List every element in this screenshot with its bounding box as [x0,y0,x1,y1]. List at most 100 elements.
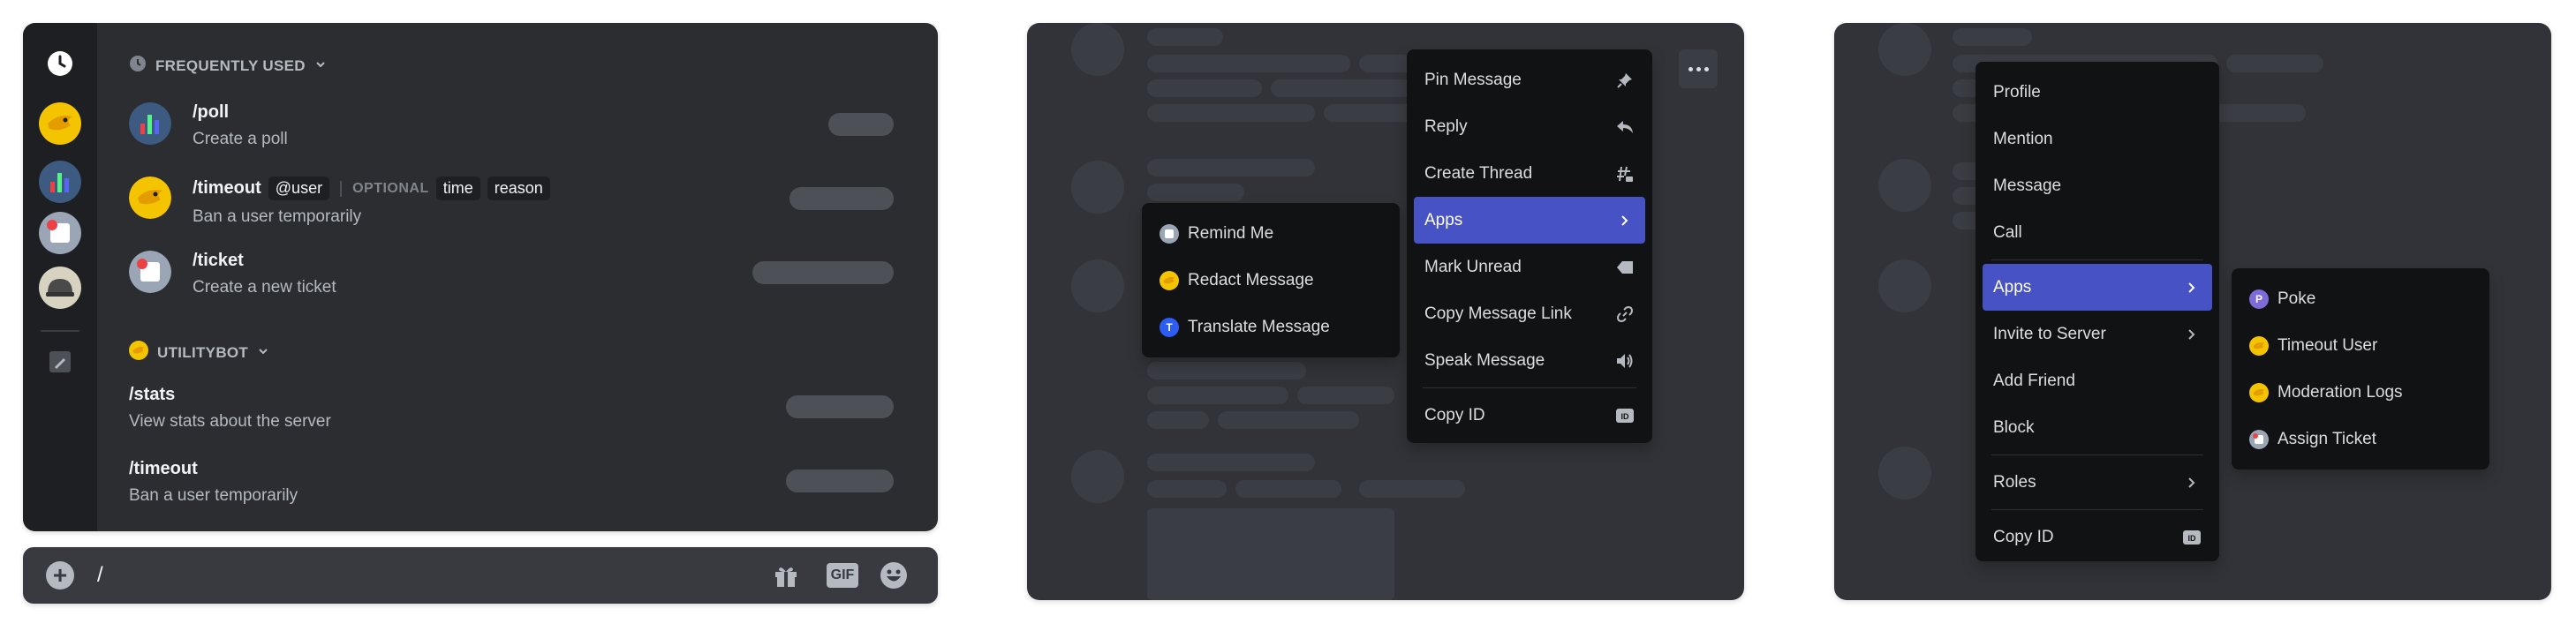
option-chip-reason[interactable]: reason [487,177,550,200]
menu-divider [1991,454,2203,455]
app-rail [23,23,97,531]
user-context-panel: Profile Mention Message Call Apps Invite… [1834,23,2551,600]
command-name: /stats [129,385,176,404]
command-description: Ban a user temporarily [129,486,298,505]
skeleton-line [2226,55,2323,72]
menu-item-label: Copy Message Link [1424,304,1572,323]
menu-item-label: Pin Message [1424,70,1522,89]
menu-item-label: Add Friend [1993,371,2075,390]
skeleton-avatar [1878,447,1931,500]
skeleton-avatar [1878,259,1931,312]
section-title: FREQUENTLY USED [155,56,306,74]
command-picker-panel: FREQUENTLY USED /poll Create a poll /tim… [23,23,938,531]
menu-divider [1991,259,2203,260]
menu-item-speak-message[interactable]: Speak Message [1414,337,1645,384]
more-options-button[interactable] [1679,49,1718,88]
message-context-menu: Pin Message Reply Create Thread Apps Mar… [1407,49,1652,443]
submenu-item-moderation-logs[interactable]: Moderation Logs [2239,369,2482,416]
skeleton-line [1147,79,1262,97]
skeleton-avatar [1071,259,1124,312]
command-row-poll[interactable]: /poll Create a poll [129,99,894,166]
skeleton-avatar [1878,159,1931,212]
menu-item-copy-id[interactable]: Copy ID ID [1414,392,1645,439]
menu-item-label: Copy ID [1993,527,2054,546]
command-row-timeout-utilitybot[interactable]: /timeout Ban a user temporarily [129,455,894,522]
chevron-down-icon [257,344,269,362]
command-name: /poll [193,102,230,122]
poll-bot-icon[interactable] [39,161,81,203]
menu-item-call[interactable]: Call [1983,209,2212,256]
submenu-item-label: Redact Message [1188,270,1314,289]
helmet-bot-icon[interactable] [39,267,81,309]
message-input-bar: + GIF [23,547,938,604]
user-apps-submenu: P Poke Timeout User Moderation Logs Assi… [2232,268,2489,469]
command-description: Ban a user temporarily [193,207,362,226]
ticket-bot-icon[interactable] [39,212,81,254]
section-header-frequently-used[interactable]: FREQUENTLY USED [129,55,327,77]
menu-item-mention[interactable]: Mention [1983,116,2212,162]
menu-divider [1423,387,1636,388]
command-description: Create a new ticket [193,278,336,297]
submenu-item-translate-message[interactable]: T Translate Message [1149,304,1393,350]
skeleton-line [1147,55,1350,72]
command-row-stats[interactable]: /stats View stats about the server [129,381,894,448]
menu-item-profile[interactable]: Profile [1983,69,2212,116]
ticket-bot-icon [2249,429,2269,449]
user-context-menu: Profile Mention Message Call Apps Invite… [1975,62,2219,561]
gift-icon[interactable] [770,560,802,590]
submenu-item-poke[interactable]: P Poke [2239,275,2482,322]
menu-item-add-friend[interactable]: Add Friend [1983,357,2212,404]
bird-bot-icon [2249,382,2269,402]
bird-bot-icon [2249,335,2269,356]
apps-submenu: Remind Me Redact Message T Translate Mes… [1142,203,1400,357]
option-chip-user[interactable]: @user [268,177,330,200]
chevron-right-icon [2182,473,2202,492]
submenu-item-label: Translate Message [1188,317,1330,336]
submenu-item-timeout-user[interactable]: Timeout User [2239,322,2482,369]
menu-item-apps[interactable]: Apps [1414,197,1645,244]
command-row-ticket[interactable]: /ticket Create a new ticket [129,247,894,314]
bird-bot-icon[interactable] [39,102,81,145]
emoji-icon[interactable] [878,560,910,590]
section-header-utilitybot[interactable]: UTILITYBOT [129,341,269,364]
skeleton-line [1147,362,1306,379]
chevron-right-icon [2182,325,2202,344]
submenu-item-label: Assign Ticket [2278,429,2376,448]
menu-item-block[interactable]: Block [1983,404,2212,451]
edit-icon[interactable] [39,341,81,383]
command-name: /timeout [129,459,198,478]
menu-item-copy-id[interactable]: Copy ID ID [1983,514,2212,560]
option-chip-time[interactable]: time [435,177,480,200]
message-input[interactable] [97,560,627,591]
skeleton-line [1147,411,1209,429]
recent-clock-icon[interactable] [39,42,81,85]
menu-item-mark-unread[interactable]: Mark Unread [1414,244,1645,290]
submenu-item-label: Poke [2278,289,2316,308]
add-attachment-plus-icon[interactable]: + [46,561,74,590]
menu-item-create-thread[interactable]: Create Thread [1414,150,1645,197]
poke-bot-icon: P [2249,289,2269,309]
submenu-item-redact-message[interactable]: Redact Message [1149,257,1393,304]
command-row-timeout[interactable]: /timeout @user OPTIONAL time reason Ban … [129,173,894,240]
menu-item-copy-message-link[interactable]: Copy Message Link [1414,290,1645,337]
menu-item-label: Speak Message [1424,350,1545,370]
submenu-item-remind-me[interactable]: Remind Me [1149,210,1393,257]
menu-item-apps[interactable]: Apps [1983,264,2212,311]
submenu-item-assign-ticket[interactable]: Assign Ticket [2239,416,2482,462]
menu-divider [1991,509,2203,510]
menu-item-roles[interactable]: Roles [1983,459,2212,506]
menu-item-label: Copy ID [1424,405,1485,424]
menu-item-invite-to-server[interactable]: Invite to Server [1983,311,2212,357]
skeleton-placeholder [828,113,894,136]
pin-icon [1615,71,1635,90]
command-list: FREQUENTLY USED /poll Create a poll /tim… [97,23,938,531]
mark-unread-icon [1615,258,1635,277]
chevron-right-icon [1615,211,1635,230]
command-name: /timeout [193,178,261,198]
command-name: /ticket [193,251,244,270]
skeleton-line [1235,480,1341,498]
menu-item-message[interactable]: Message [1983,162,2212,209]
menu-item-pin-message[interactable]: Pin Message [1414,56,1645,103]
menu-item-reply[interactable]: Reply [1414,103,1645,150]
gif-button[interactable]: GIF [825,560,860,590]
